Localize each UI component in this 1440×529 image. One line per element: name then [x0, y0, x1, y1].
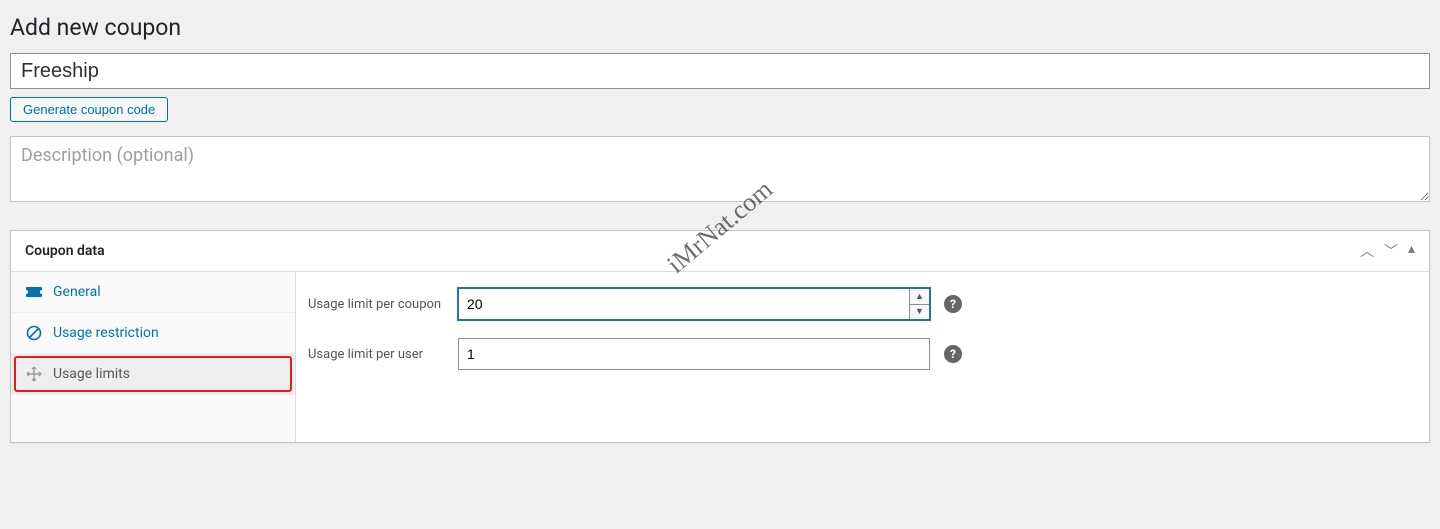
number-spinner[interactable]: ▲ ▼ — [909, 289, 929, 319]
panel-header: Coupon data ︿ ﹀ ▴ — [11, 231, 1429, 272]
help-icon[interactable]: ? — [944, 345, 962, 363]
panel-title: Coupon data — [25, 243, 1360, 259]
ticket-icon — [25, 286, 43, 298]
coupon-code-input[interactable] — [10, 53, 1430, 89]
description-textarea[interactable] — [10, 136, 1430, 202]
coupon-tabs: General Usage restriction Usage limits — [11, 272, 296, 442]
ban-icon — [25, 325, 43, 341]
usage-per-user-input[interactable] — [458, 338, 930, 370]
tab-label: Usage restriction — [53, 325, 159, 341]
step-down-icon[interactable]: ▼ — [910, 305, 929, 320]
usage-limits-panel: Usage limit per coupon ▲ ▼ ? Usage limit… — [296, 272, 1429, 442]
tab-usage-limits[interactable]: Usage limits — [11, 354, 295, 395]
tab-usage-restriction[interactable]: Usage restriction — [11, 313, 295, 354]
move-down-icon[interactable]: ﹀ — [1384, 241, 1398, 261]
generate-code-button[interactable]: Generate coupon code — [10, 97, 168, 122]
tab-label: General — [53, 284, 101, 300]
help-icon[interactable]: ? — [944, 295, 962, 313]
coupon-data-panel: Coupon data ︿ ﹀ ▴ General Us — [10, 230, 1430, 443]
tab-general[interactable]: General — [11, 272, 295, 313]
toggle-panel-icon[interactable]: ▴ — [1408, 241, 1415, 261]
move-up-icon[interactable]: ︿ — [1360, 241, 1374, 261]
move-icon — [25, 366, 43, 382]
usage-per-coupon-input[interactable] — [458, 288, 930, 320]
step-up-icon[interactable]: ▲ — [910, 289, 929, 305]
usage-per-coupon-label: Usage limit per coupon — [308, 297, 458, 312]
page-title: Add new coupon — [10, 10, 1430, 53]
usage-per-user-label: Usage limit per user — [308, 347, 458, 362]
tab-label: Usage limits — [53, 366, 130, 382]
